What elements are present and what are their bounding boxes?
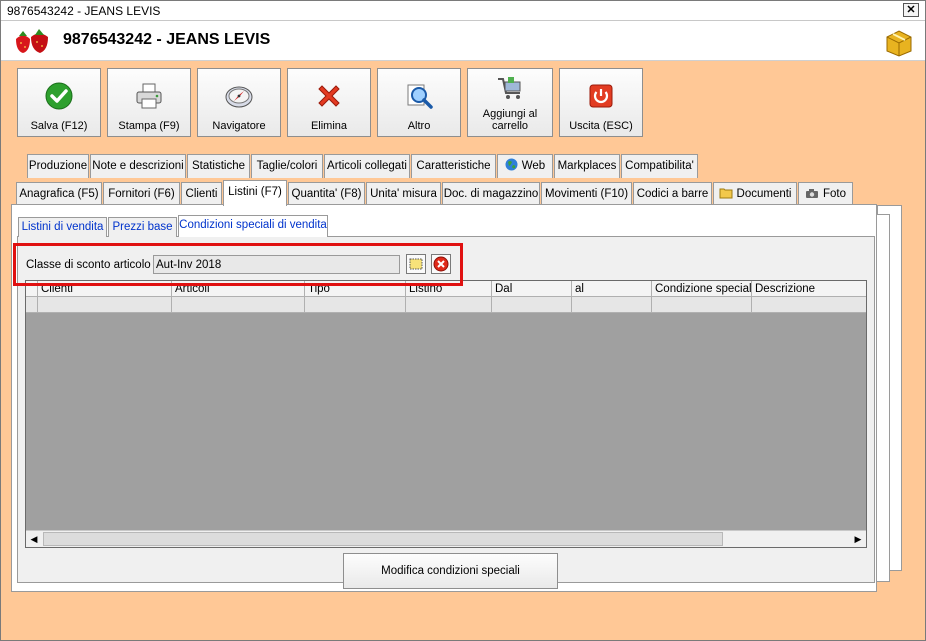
cell-clienti[interactable] [38, 297, 172, 312]
delete-x-icon [318, 85, 340, 107]
scrollbar-thumb[interactable] [43, 532, 723, 546]
tab-foto[interactable]: Foto [798, 182, 853, 206]
special-conditions-grid[interactable]: Clienti Articoli Tipo Listino Dal al Con… [25, 280, 867, 548]
col-articoli[interactable]: Articoli [172, 281, 305, 297]
power-icon [589, 84, 613, 108]
exit-button[interactable]: Uscita (ESC) [559, 68, 643, 137]
delete-button[interactable]: Elimina [287, 68, 371, 137]
row-selector[interactable] [26, 297, 38, 312]
navigator-button-label: Navigatore [212, 120, 266, 132]
cell-descrizione[interactable] [752, 297, 866, 312]
tab-markplaces[interactable]: Markplaces [554, 154, 620, 178]
tab-fornitori[interactable]: Fornitori (F6) [103, 182, 180, 206]
cell-dal[interactable] [492, 297, 572, 312]
tab-listini[interactable]: Listini (F7) [223, 180, 287, 206]
tab-produzione[interactable]: Produzione [27, 154, 89, 178]
browse-icon [409, 258, 423, 270]
scroll-left-icon[interactable]: ◀ [26, 532, 42, 546]
print-button-label: Stampa (F9) [118, 120, 180, 132]
col-condizione-speciale[interactable]: Condizione speciale [652, 281, 752, 297]
record-header: 9876543242 - JEANS LEVIS [1, 21, 925, 61]
tab-compatibilita[interactable]: Compatibilita' [621, 154, 698, 178]
scroll-right-icon[interactable]: ▶ [850, 532, 866, 546]
print-button[interactable]: Stampa (F9) [107, 68, 191, 137]
window-title: 9876543242 - JEANS LEVIS [7, 4, 161, 18]
col-clienti[interactable]: Clienti [38, 281, 172, 297]
tab-documenti[interactable]: Documenti [713, 182, 797, 206]
save-button-label: Salva (F12) [30, 120, 88, 132]
camera-icon [805, 189, 818, 198]
navigator-button[interactable]: Navigatore [197, 68, 281, 137]
add-to-cart-button[interactable]: Aggiungi al carrello [467, 68, 553, 137]
more-button[interactable]: Altro [377, 68, 461, 137]
subtab-prezzi-base[interactable]: Prezzi base [108, 217, 177, 237]
tab-taglie-colori[interactable]: Taglie/colori [251, 154, 323, 178]
tab-caratteristiche[interactable]: Caratteristiche [411, 154, 496, 178]
tab-documenti-label: Documenti [736, 188, 792, 200]
tab-quantita[interactable]: Quantita' (F8) [288, 182, 365, 206]
grid-header: Clienti Articoli Tipo Listino Dal al Con… [26, 281, 866, 297]
table-row[interactable] [26, 297, 866, 313]
tab-clienti[interactable]: Clienti [181, 182, 222, 206]
discount-class-field[interactable] [153, 255, 400, 274]
col-dal[interactable]: Dal [492, 281, 572, 297]
clear-button[interactable] [431, 254, 451, 274]
cart-icon [498, 77, 521, 99]
col-listino[interactable]: Listino [406, 281, 492, 297]
grid-corner [26, 281, 38, 297]
modify-special-conditions-button[interactable]: Modifica condizioni speciali [343, 553, 558, 589]
globe-icon [505, 158, 518, 171]
tab-web[interactable]: Web [497, 154, 553, 178]
tab-codici-barre[interactable]: Codici a barre [633, 182, 712, 206]
folder-icon [719, 188, 733, 199]
magnifier-icon [407, 84, 433, 109]
col-descrizione[interactable]: Descrizione [752, 281, 866, 297]
tab-foto-label: Foto [822, 188, 846, 200]
browse-button[interactable] [406, 254, 426, 274]
tab-unita-misura[interactable]: Unita' misura [366, 182, 441, 206]
tab-anagrafica[interactable]: Anagrafica (F5) [16, 182, 102, 206]
tab-doc-magazzino[interactable]: Doc. di magazzino [442, 182, 540, 206]
cell-listino[interactable] [406, 297, 492, 312]
close-button[interactable]: ✕ [903, 3, 919, 17]
subtab-condizioni-speciali[interactable]: Condizioni speciali di vendita [178, 215, 328, 237]
strawberry-icon [16, 29, 48, 53]
cell-articoli[interactable] [172, 297, 305, 312]
cell-al[interactable] [572, 297, 652, 312]
tab-statistiche[interactable]: Statistiche [187, 154, 250, 178]
tab-articoli-collegati[interactable]: Articoli collegati [324, 154, 410, 178]
subtab-listini-vendita[interactable]: Listini di vendita [18, 217, 107, 237]
add-to-cart-button-label: Aggiungi al carrello [482, 108, 538, 132]
title-bar: 9876543242 - JEANS LEVIS ✕ [1, 1, 925, 21]
checkmark-icon [45, 82, 73, 110]
tab-movimenti[interactable]: Movimenti (F10) [541, 182, 632, 206]
tab-web-label: Web [521, 160, 546, 172]
more-button-label: Altro [407, 120, 431, 132]
compass-icon [225, 86, 253, 108]
horizontal-scrollbar[interactable]: ◀ ▶ [26, 530, 866, 547]
tab-note-descrizioni[interactable]: Note e descrizioni [90, 154, 186, 178]
col-tipo[interactable]: Tipo [305, 281, 406, 297]
printer-icon [136, 83, 162, 109]
delete-button-label: Elimina [310, 120, 348, 132]
main-window: 9876543242 - JEANS LEVIS ✕ 9876543242 - … [0, 0, 926, 641]
boxes-icon [886, 30, 912, 57]
col-al[interactable]: al [572, 281, 652, 297]
record-title: 9876543242 - JEANS LEVIS [63, 31, 271, 48]
discount-class-label: Classe di sconto articolo : [26, 259, 158, 271]
cell-condizione-speciale[interactable] [652, 297, 752, 312]
exit-button-label: Uscita (ESC) [569, 120, 633, 132]
save-button[interactable]: Salva (F12) [17, 68, 101, 137]
clear-icon [433, 256, 449, 272]
cell-tipo[interactable] [305, 297, 406, 312]
